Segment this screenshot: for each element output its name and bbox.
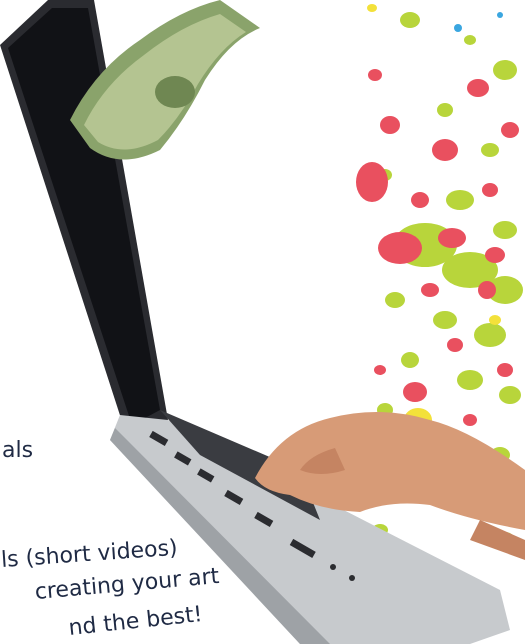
text-line: als xyxy=(2,438,34,463)
dollar-bill xyxy=(70,0,260,160)
